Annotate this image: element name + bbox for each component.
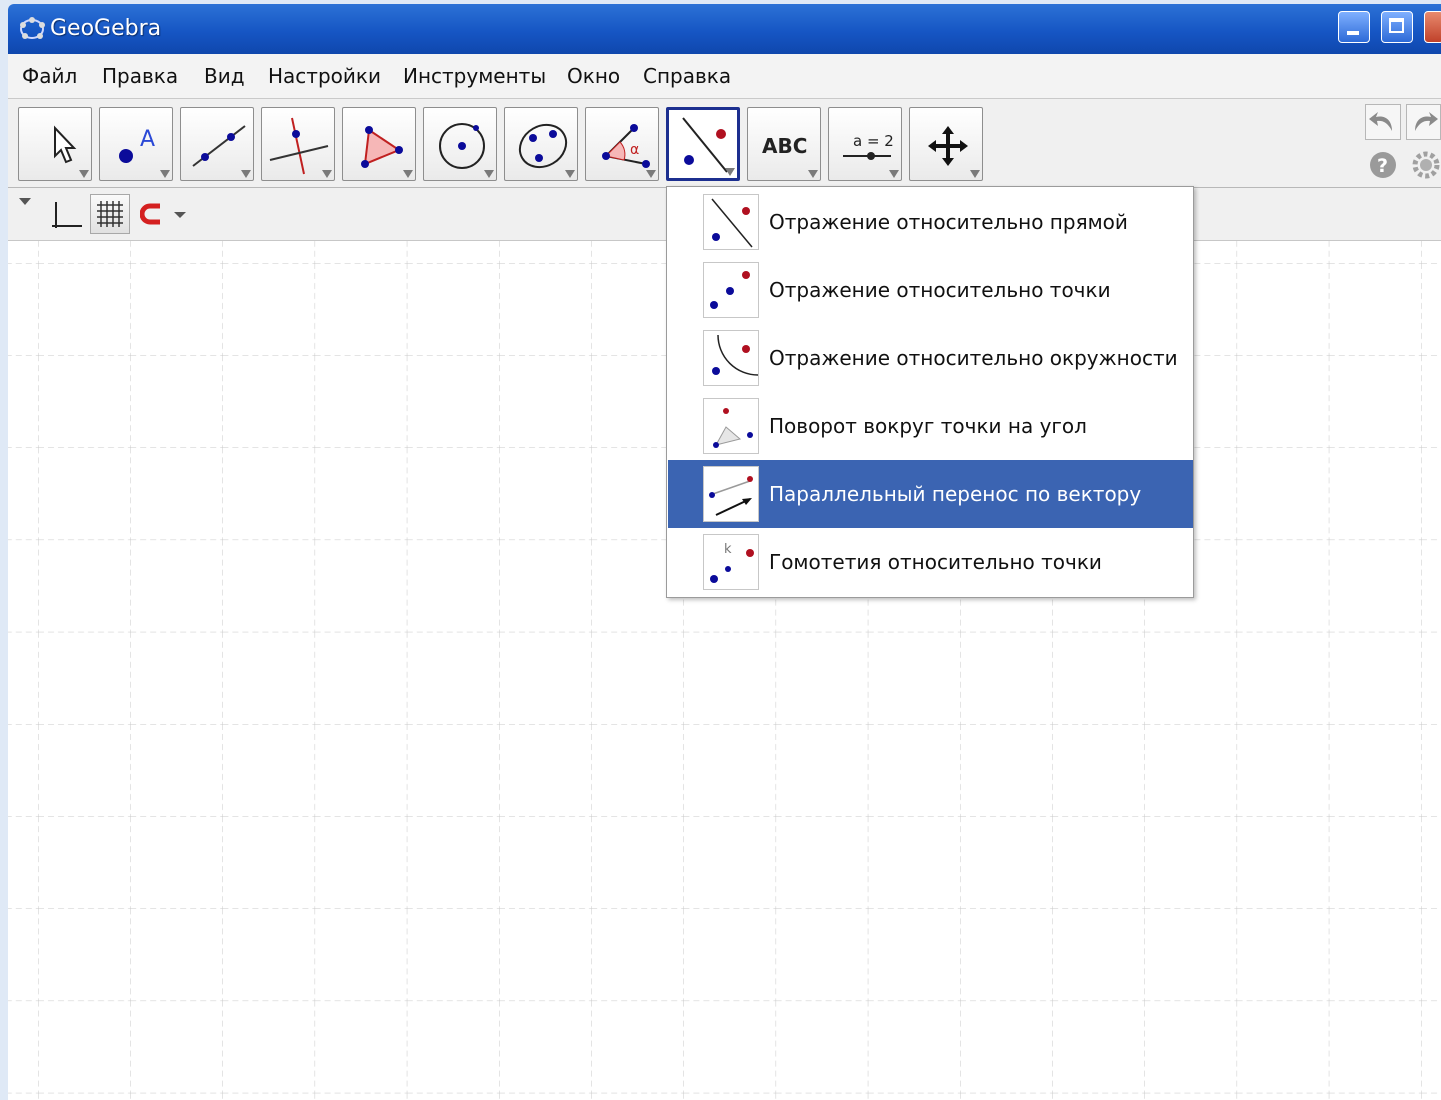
transform-tool-button[interactable] [666,107,740,181]
menu-tools[interactable]: Инструменты [403,64,546,88]
slider-tool-button[interactable]: a = 2 [828,107,902,181]
text-tool-label: ABC [762,134,807,158]
menu-item-label: Отражение относительно окружности [769,346,1178,370]
conic-tool-button[interactable] [504,107,578,181]
reflect-point-icon [703,262,759,318]
menu-item-label: Гомотетия относительно точки [769,550,1102,574]
window-titlebar: GeoGebra [8,4,1441,54]
menu-edit[interactable]: Правка [102,64,178,88]
svg-text:?: ? [1377,155,1388,177]
reflect-circle-icon [703,330,759,386]
point-label: A [140,127,155,152]
menu-item-label: Отражение относительно прямой [769,210,1128,234]
redo-icon [1415,112,1438,131]
menu-item-dilate[interactable]: k Гомотетия относительно точки [668,528,1193,596]
menu-bar: Файл Правка Вид Настройки Инструменты Ок… [8,54,1441,99]
circle-tool-button[interactable] [423,107,497,181]
minimize-button[interactable] [1338,11,1370,43]
slider-label: a = 2 [853,132,894,150]
polygon-tool-button[interactable] [342,107,416,181]
menu-item-reflect-circle[interactable]: Отражение относительно окружности [668,324,1193,392]
menu-item-label: Поворот вокруг точки на угол [769,414,1087,438]
menu-item-label: Отражение относительно точки [769,278,1111,302]
menu-view[interactable]: Вид [204,64,245,88]
undo-button[interactable] [1365,104,1401,140]
grid-toggle-button[interactable] [90,194,130,234]
rotate-icon [703,398,759,454]
menu-window[interactable]: Окно [567,64,620,88]
reflect-line-icon [703,194,759,250]
angle-tool-button[interactable]: α [585,107,659,181]
angle-label: α [630,142,639,158]
grid-icon [97,201,123,227]
move-tool-button[interactable] [18,107,92,181]
gear-icon[interactable] [1410,150,1441,180]
help-icon[interactable]: ? [1368,150,1398,180]
geogebra-logo-icon [20,17,45,39]
transform-tools-menu: Отражение относительно прямой Отражение … [666,186,1194,598]
menu-item-reflect-point[interactable]: Отражение относительно точки [668,256,1193,324]
undo-icon [1369,112,1392,131]
move-view-tool-button[interactable] [909,107,983,181]
menu-item-translate[interactable]: Параллельный перенос по вектору [668,460,1193,528]
maximize-button[interactable] [1381,11,1413,43]
line-tool-button[interactable] [180,107,254,181]
menu-settings[interactable]: Настройки [268,64,381,88]
menu-item-reflect-line[interactable]: Отражение относительно прямой [668,188,1193,256]
axes-toggle-icon[interactable] [48,198,84,234]
menu-item-label: Параллельный перенос по вектору [769,482,1142,506]
point-capturing-magnet-icon[interactable] [140,202,192,228]
text-tool-button[interactable]: ABC [747,107,821,181]
point-tool-button[interactable]: A [99,107,173,181]
dilate-factor-label: k [724,542,732,557]
perpendicular-tool-button[interactable] [261,107,335,181]
menu-help[interactable]: Справка [643,64,731,88]
menu-item-rotate[interactable]: Поворот вокруг точки на угол [668,392,1193,460]
redo-button[interactable] [1406,104,1441,140]
close-button[interactable] [1424,11,1441,43]
dilate-icon: k [703,534,759,590]
window-title: GeoGebra [50,16,162,41]
translate-vector-icon [703,466,759,522]
stylebar-toggle-icon[interactable] [18,196,34,208]
menu-file[interactable]: Файл [22,64,77,88]
toolbar: A α ABC a = 2 [8,99,1441,188]
